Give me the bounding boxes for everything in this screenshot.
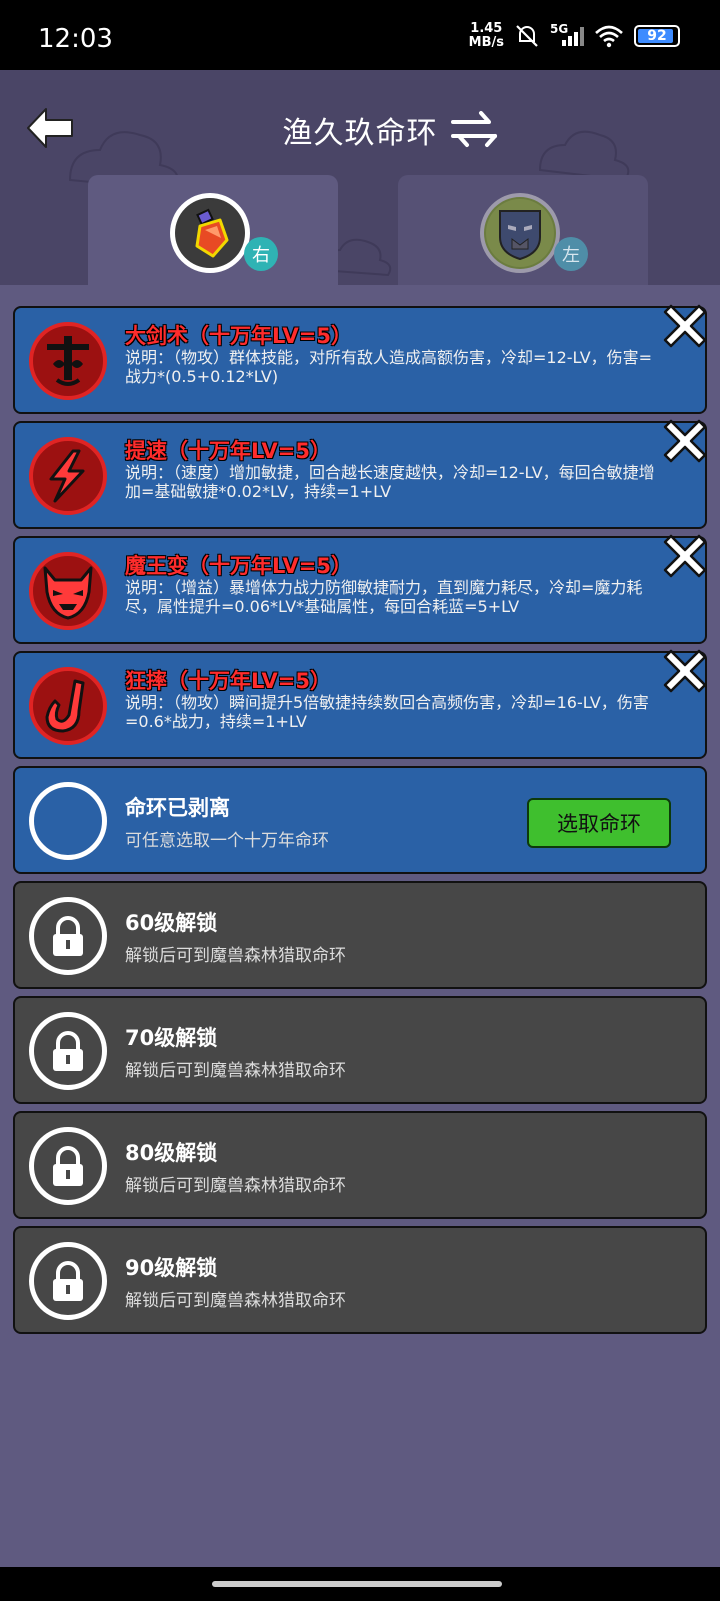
mute-icon [516,25,538,47]
empty-ring-icon [29,782,107,860]
locked-slot: 70级解锁 解锁后可到魔兽森林猎取命环 [13,996,707,1104]
remove-skill-button[interactable] [659,415,711,467]
status-time: 12:03 [38,24,113,54]
system-nav-bar [0,1567,720,1601]
close-icon [663,649,707,693]
demon-mask-icon [29,552,107,630]
status-bar: 12:03 1.45 MB/s 5G 92 [0,0,720,70]
skill-name: 狂摔（十万年LV=5） [125,669,331,693]
gem-sword-icon [175,198,245,268]
battery-icon: 92 [634,25,680,47]
lock-icon [29,1242,107,1320]
skill-description: 说明：（物攻）瞬间提升5倍敏捷持续数回合高频伤害，冷却=16-LV，伤害=0.6… [125,693,649,731]
skill-description: 说明：（物攻）群体技能，对所有敌人造成高额伤害，冷却=12-LV，伤害=战力*(… [125,348,653,386]
remove-skill-button[interactable] [659,300,711,352]
skill-name: 大剑术（十万年LV=5） [125,324,352,348]
net-speed: 1.45 MB/s [468,21,504,50]
lightning-icon [29,437,107,515]
locked-slot: 80级解锁 解锁后可到魔兽森林猎取命环 [13,1111,707,1219]
lock-icon [29,1012,107,1090]
left-badge: 左 [554,237,588,271]
empty-slot-subtitle: 可任意选取一个十万年命环 [125,831,329,851]
locked-slot: 60级解锁 解锁后可到魔兽森林猎取命环 [13,881,707,989]
skill-name: 魔王变（十万年LV=5） [125,554,352,578]
empty-ring-slot: 命环已剥离 可任意选取一个十万年命环 选取命环 [13,766,707,874]
skill-description: 说明：（增益）暴增体力战力防御敏捷耐力，直到魔力耗尽，冷却=魔力耗尽，属性提升=… [125,578,643,616]
close-icon [663,304,707,348]
page-title: 渔久玖命环 [282,116,438,151]
battery-level: 92 [647,28,667,44]
shield-face-icon [484,197,556,269]
lock-icon [29,1127,107,1205]
signal-icon [562,27,584,46]
locked-slot-title: 60级解锁 [125,911,218,935]
sword-icon [29,322,107,400]
empty-slot-title: 命环已剥离 [125,796,230,820]
left-hand-avatar [480,193,560,273]
locked-slot: 90级解锁 解锁后可到魔兽森林猎取命环 [13,1226,707,1334]
home-gesture-bar[interactable] [212,1581,502,1587]
skill-card[interactable]: 提速（十万年LV=5） 说明：（速度）增加敏捷，回合越长速度越快，冷却=12-L… [13,419,707,529]
skill-name: 提速（十万年LV=5） [125,439,331,463]
locked-slot-subtitle: 解锁后可到魔兽森林猎取命环 [125,1176,346,1196]
locked-slot-subtitle: 解锁后可到魔兽森林猎取命环 [125,1291,346,1311]
skill-card[interactable]: 大剑术（十万年LV=5） 说明：（物攻）群体技能，对所有敌人造成高额伤害，冷却=… [13,304,707,414]
swap-arrows-icon [451,111,497,147]
signal-indicator: 5G [550,22,584,48]
select-ring-button[interactable]: 选取命环 [527,798,671,848]
locked-slot-title: 90级解锁 [125,1256,218,1280]
swap-button[interactable] [448,106,500,152]
slam-icon [29,667,107,745]
locked-slot-title: 80级解锁 [125,1141,218,1165]
status-icons: 1.45 MB/s 5G 92 [469,22,680,50]
skill-card[interactable]: 魔王变（十万年LV=5） 说明：（增益）暴增体力战力防御敏捷耐力，直到魔力耗尽，… [13,534,707,644]
ring-list: 大剑术（十万年LV=5） 说明：（物攻）群体技能，对所有敌人造成高额伤害，冷却=… [13,304,707,1341]
remove-skill-button[interactable] [659,530,711,582]
skill-description: 说明：（速度）增加敏捷，回合越长速度越快，冷却=12-LV，每回合敏捷增加=基础… [125,463,655,501]
lock-icon [29,897,107,975]
locked-slot-subtitle: 解锁后可到魔兽森林猎取命环 [125,946,346,966]
close-icon [663,419,707,463]
locked-slot-title: 70级解锁 [125,1026,218,1050]
tab-left-hand[interactable]: 左 [398,175,648,285]
wifi-icon [595,25,623,48]
right-hand-avatar [170,193,250,273]
skill-card[interactable]: 狂摔（十万年LV=5） 说明：（物攻）瞬间提升5倍敏捷持续数回合高频伤害，冷却=… [13,649,707,759]
right-badge: 右 [244,237,278,271]
close-icon [663,534,707,578]
tab-right-hand[interactable]: 右 [88,175,338,285]
remove-skill-button[interactable] [659,645,711,697]
locked-slot-subtitle: 解锁后可到魔兽森林猎取命环 [125,1061,346,1081]
